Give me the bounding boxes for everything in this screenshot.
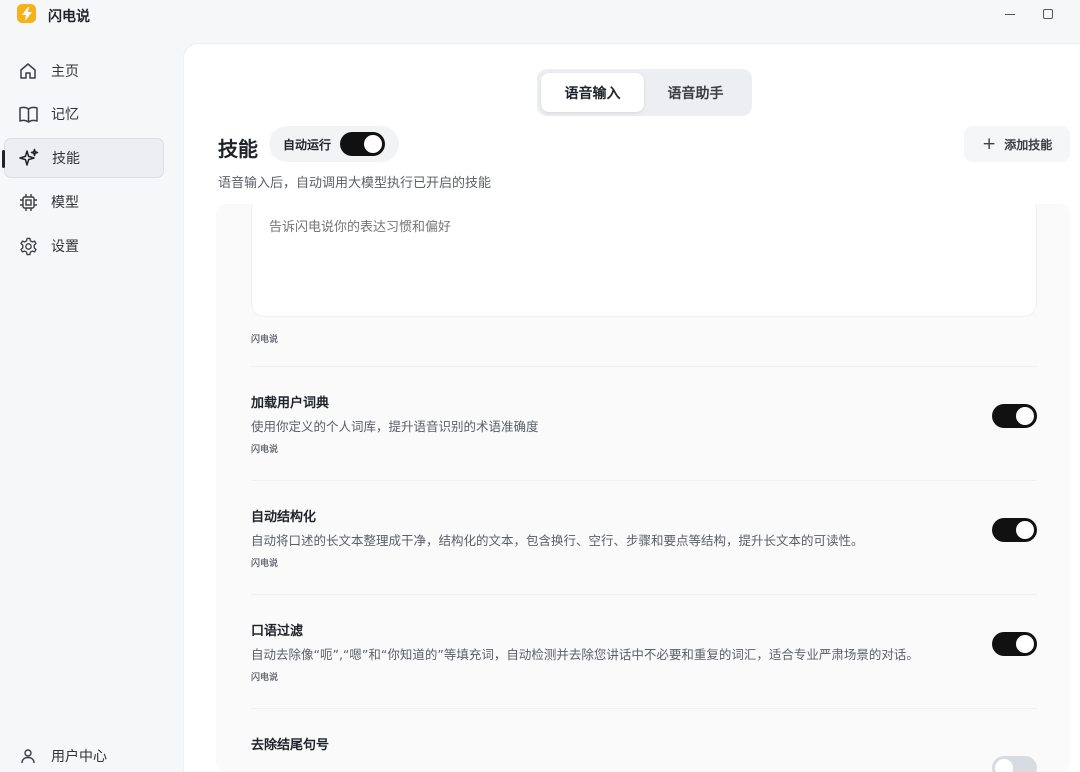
sidebar-item-settings[interactable]: 设置 xyxy=(4,226,164,266)
toggle-knob xyxy=(364,135,383,153)
sidebar-item-model[interactable]: 模型 xyxy=(4,182,164,222)
app-logo xyxy=(17,4,36,23)
divider xyxy=(251,480,1037,481)
page-title: 技能 xyxy=(218,137,258,161)
sidebar-item-memory[interactable]: 记忆 xyxy=(4,94,164,134)
gear-icon xyxy=(18,236,38,256)
preference-source: 闪电说 xyxy=(251,335,279,345)
skill-source: 闪电说 xyxy=(251,445,279,455)
maximize-icon xyxy=(1043,9,1053,19)
toggle-knob xyxy=(1016,407,1034,425)
minimize-button[interactable] xyxy=(996,4,1024,24)
divider xyxy=(251,366,1037,367)
home-icon xyxy=(18,61,38,81)
skill-toggle-filler-filter[interactable] xyxy=(992,632,1037,656)
skill-description: 使用你定义的个人词库，提升语音识别的术语准确度 xyxy=(251,419,539,434)
auto-run-label: 自动运行 xyxy=(283,137,332,152)
toggle-knob xyxy=(995,759,1013,772)
sidebar-item-label: 记忆 xyxy=(51,107,79,123)
add-skill-button[interactable]: + 添加技能 xyxy=(964,126,1070,162)
divider xyxy=(251,708,1037,709)
toggle-knob xyxy=(1016,521,1034,539)
sidebar: 主页 记忆 技能 模型 设置 xyxy=(0,48,184,772)
app-title: 闪电说 xyxy=(48,9,90,25)
skill-list[interactable]: 闪电说 加载用户词典 使用你定义的个人词库，提升语音识别的术语准确度 闪电说 自… xyxy=(216,204,1070,772)
skill-source: 闪电说 xyxy=(251,673,279,683)
auto-run-toggle[interactable] xyxy=(340,132,386,156)
skill-toggle-auto-structure[interactable] xyxy=(992,518,1037,542)
preference-input[interactable] xyxy=(251,204,1037,317)
sidebar-item-label: 设置 xyxy=(51,239,79,255)
skills-description: 语音输入后，自动调用大模型执行已开启的技能 xyxy=(218,176,492,191)
user-center-button[interactable]: 用户中心 xyxy=(18,744,107,768)
auto-run-control: 自动运行 xyxy=(269,126,399,162)
divider xyxy=(251,594,1037,595)
skill-description: 自动将口述的长文本整理成干净，结构化的文本，包含换行、空行、步骤和要点等结构，提… xyxy=(251,533,864,548)
skill-source: 闪电说 xyxy=(251,559,279,569)
sidebar-item-label: 技能 xyxy=(52,151,80,167)
skill-description: 自动去除像“呃”,“嗯”和“你知道的”等填充词，自动检测并去除您讲话中不必要和重… xyxy=(251,647,919,662)
sidebar-item-label: 主页 xyxy=(51,64,79,80)
sidebar-item-skills[interactable]: 技能 xyxy=(2,138,164,178)
toggle-knob xyxy=(1016,635,1034,653)
skill-title: 自动结构化 xyxy=(251,510,317,525)
maximize-button[interactable] xyxy=(1034,4,1062,24)
tab-voice-input[interactable]: 语音输入 xyxy=(541,73,644,112)
skill-toggle-remove-period[interactable] xyxy=(992,756,1037,772)
title-bar: 闪电说 xyxy=(0,0,1080,34)
add-skill-label: 添加技能 xyxy=(1004,137,1053,152)
skill-title: 加载用户词典 xyxy=(251,396,330,411)
lightning-icon xyxy=(21,6,32,21)
mode-tabs: 语音输入 语音助手 xyxy=(537,69,752,116)
sparkles-icon xyxy=(19,148,39,168)
sidebar-item-home[interactable]: 主页 xyxy=(4,51,164,91)
skill-title: 去除结尾句号 xyxy=(251,738,330,753)
skill-title: 口语过滤 xyxy=(251,624,304,639)
chip-icon xyxy=(18,192,38,212)
tab-voice-assistant[interactable]: 语音助手 xyxy=(644,73,747,112)
minimize-icon xyxy=(1005,13,1015,15)
book-icon xyxy=(18,104,38,124)
skill-toggle-user-dictionary[interactable] xyxy=(992,404,1037,428)
user-center-label: 用户中心 xyxy=(51,749,107,765)
user-icon xyxy=(18,746,38,766)
plus-icon: + xyxy=(982,133,997,154)
main-panel: 语音输入 语音助手 技能 自动运行 + 添加技能 语音输入后，自动调用大模型执行… xyxy=(184,44,1080,772)
sidebar-item-label: 模型 xyxy=(51,195,79,211)
